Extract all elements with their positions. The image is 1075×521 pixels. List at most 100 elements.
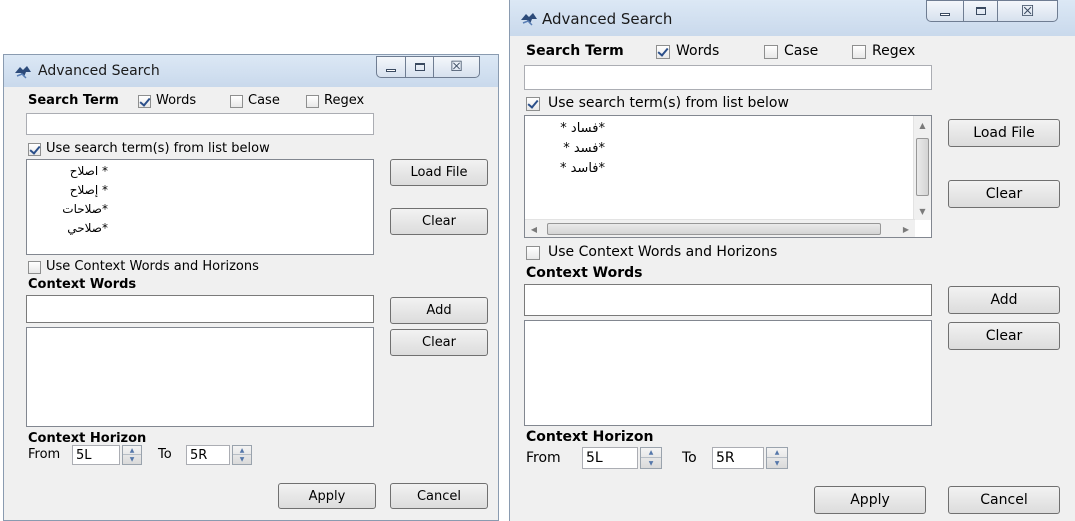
spinner-down-icon[interactable]: ▼	[123, 455, 141, 464]
to-spinner-input[interactable]: 5R	[186, 445, 230, 465]
use-list-label: Use search term(s) from list below	[46, 141, 270, 156]
list-item[interactable]: * اصلاح	[27, 164, 108, 178]
spinner-up-icon[interactable]: ▲	[641, 448, 661, 458]
scroll-right-icon[interactable]: ▶	[899, 220, 913, 237]
spinner-down-icon[interactable]: ▼	[233, 455, 251, 464]
advanced-search-dialog-right: Advanced Search ☒ Search Term Words Case…	[509, 0, 1075, 521]
minimize-button[interactable]	[376, 56, 406, 78]
close-icon: ☒	[450, 59, 463, 75]
horizontal-scrollbar[interactable]: ◀ ▶	[525, 219, 915, 237]
clear-terms-button[interactable]: Clear	[390, 208, 488, 235]
minimize-icon	[386, 68, 396, 72]
list-item[interactable]: *فسد *	[525, 141, 605, 156]
use-context-checkbox[interactable]	[28, 261, 41, 274]
case-label: Case	[248, 93, 280, 108]
context-horizon-label: Context Horizon	[28, 431, 147, 446]
clear-terms-button[interactable]: Clear	[948, 180, 1060, 208]
use-context-label: Use Context Words and Horizons	[46, 259, 259, 274]
minimize-button[interactable]	[926, 0, 964, 22]
words-label: Words	[676, 43, 720, 59]
window-title: Advanced Search	[542, 10, 673, 28]
search-term-input[interactable]	[524, 65, 932, 90]
use-context-checkbox[interactable]	[526, 246, 540, 260]
search-term-label: Search Term	[526, 43, 624, 59]
case-label: Case	[784, 43, 819, 59]
close-icon: ☒	[1020, 2, 1035, 20]
scroll-down-icon[interactable]: ▼	[914, 204, 931, 218]
apply-button[interactable]: Apply	[814, 486, 926, 514]
context-words-label: Context Words	[28, 277, 137, 292]
to-spinner[interactable]: ▲ ▼	[766, 447, 788, 469]
words-label: Words	[156, 93, 197, 108]
scroll-left-icon[interactable]: ◀	[527, 220, 541, 237]
window-title: Advanced Search	[38, 63, 160, 79]
close-button[interactable]: ☒	[998, 0, 1058, 22]
regex-label: Regex	[324, 93, 365, 108]
load-file-button[interactable]: Load File	[390, 159, 488, 186]
from-spinner[interactable]: ▲ ▼	[122, 445, 142, 465]
cancel-button[interactable]: Cancel	[948, 486, 1060, 514]
context-words-list[interactable]	[26, 327, 374, 427]
scroll-thumb[interactable]	[916, 138, 929, 196]
context-word-input[interactable]	[524, 284, 932, 316]
search-terms-list[interactable]: * اصلاح * إصلاح *صلاحات *صلاحي	[26, 159, 374, 255]
context-word-input[interactable]	[26, 295, 374, 323]
window-controls: ☒	[926, 0, 1058, 22]
title-bar[interactable]: Advanced Search ☒	[4, 55, 498, 87]
maximize-icon	[975, 7, 986, 15]
spinner-up-icon[interactable]: ▲	[123, 446, 141, 455]
spinner-down-icon[interactable]: ▼	[767, 458, 787, 468]
from-spinner-input[interactable]: 5L	[582, 447, 638, 469]
app-icon	[521, 13, 537, 26]
context-horizon-label: Context Horizon	[526, 429, 654, 445]
regex-checkbox[interactable]	[852, 45, 866, 59]
regex-label: Regex	[872, 43, 916, 59]
use-list-checkbox[interactable]	[526, 97, 540, 111]
scroll-up-icon[interactable]: ▲	[914, 118, 931, 132]
from-label: From	[526, 450, 561, 466]
spinner-up-icon[interactable]: ▲	[233, 446, 251, 455]
context-words-label: Context Words	[526, 265, 643, 281]
close-button[interactable]: ☒	[434, 56, 480, 78]
use-context-label: Use Context Words and Horizons	[548, 244, 778, 260]
list-item[interactable]: *فساد *	[525, 121, 605, 136]
spinner-down-icon[interactable]: ▼	[641, 458, 661, 468]
clear-context-button[interactable]: Clear	[390, 329, 488, 356]
case-checkbox[interactable]	[230, 95, 243, 108]
apply-button[interactable]: Apply	[278, 483, 376, 509]
to-spinner-input[interactable]: 5R	[712, 447, 764, 469]
minimize-icon	[940, 12, 950, 16]
regex-checkbox[interactable]	[306, 95, 319, 108]
load-file-button[interactable]: Load File	[948, 119, 1060, 147]
vertical-scrollbar[interactable]: ▲ ▼	[913, 116, 931, 220]
case-checkbox[interactable]	[764, 45, 778, 59]
from-spinner[interactable]: ▲ ▼	[640, 447, 662, 469]
spinner-up-icon[interactable]: ▲	[767, 448, 787, 458]
add-context-button[interactable]: Add	[390, 297, 488, 324]
to-label: To	[682, 450, 697, 466]
to-spinner[interactable]: ▲ ▼	[232, 445, 252, 465]
use-list-checkbox[interactable]	[28, 143, 41, 156]
maximize-button[interactable]	[406, 56, 434, 78]
advanced-search-dialog-left: Advanced Search ☒ Search Term Words Case…	[3, 54, 499, 521]
words-checkbox[interactable]	[138, 95, 151, 108]
list-item[interactable]: *صلاحي	[27, 221, 108, 235]
from-spinner-input[interactable]: 5L	[72, 445, 120, 465]
add-context-button[interactable]: Add	[948, 286, 1060, 314]
search-term-input[interactable]	[26, 113, 374, 135]
list-item[interactable]: *صلاحات	[27, 202, 108, 216]
words-checkbox[interactable]	[656, 45, 670, 59]
list-item[interactable]: * إصلاح	[27, 183, 108, 197]
list-item[interactable]: *فاسد *	[525, 161, 605, 176]
search-terms-list[interactable]: *فساد * *فسد * *فاسد * ▲ ▼ ◀ ▶	[524, 115, 932, 238]
scroll-thumb[interactable]	[547, 223, 881, 235]
search-term-label: Search Term	[28, 93, 119, 108]
maximize-button[interactable]	[964, 0, 998, 22]
use-list-label: Use search term(s) from list below	[548, 95, 789, 111]
clear-context-button[interactable]: Clear	[948, 322, 1060, 350]
cancel-button[interactable]: Cancel	[390, 483, 488, 509]
context-words-list[interactable]	[524, 320, 932, 426]
title-bar[interactable]: Advanced Search ☒	[510, 0, 1075, 36]
maximize-icon	[414, 63, 425, 71]
window-controls: ☒	[376, 56, 480, 78]
